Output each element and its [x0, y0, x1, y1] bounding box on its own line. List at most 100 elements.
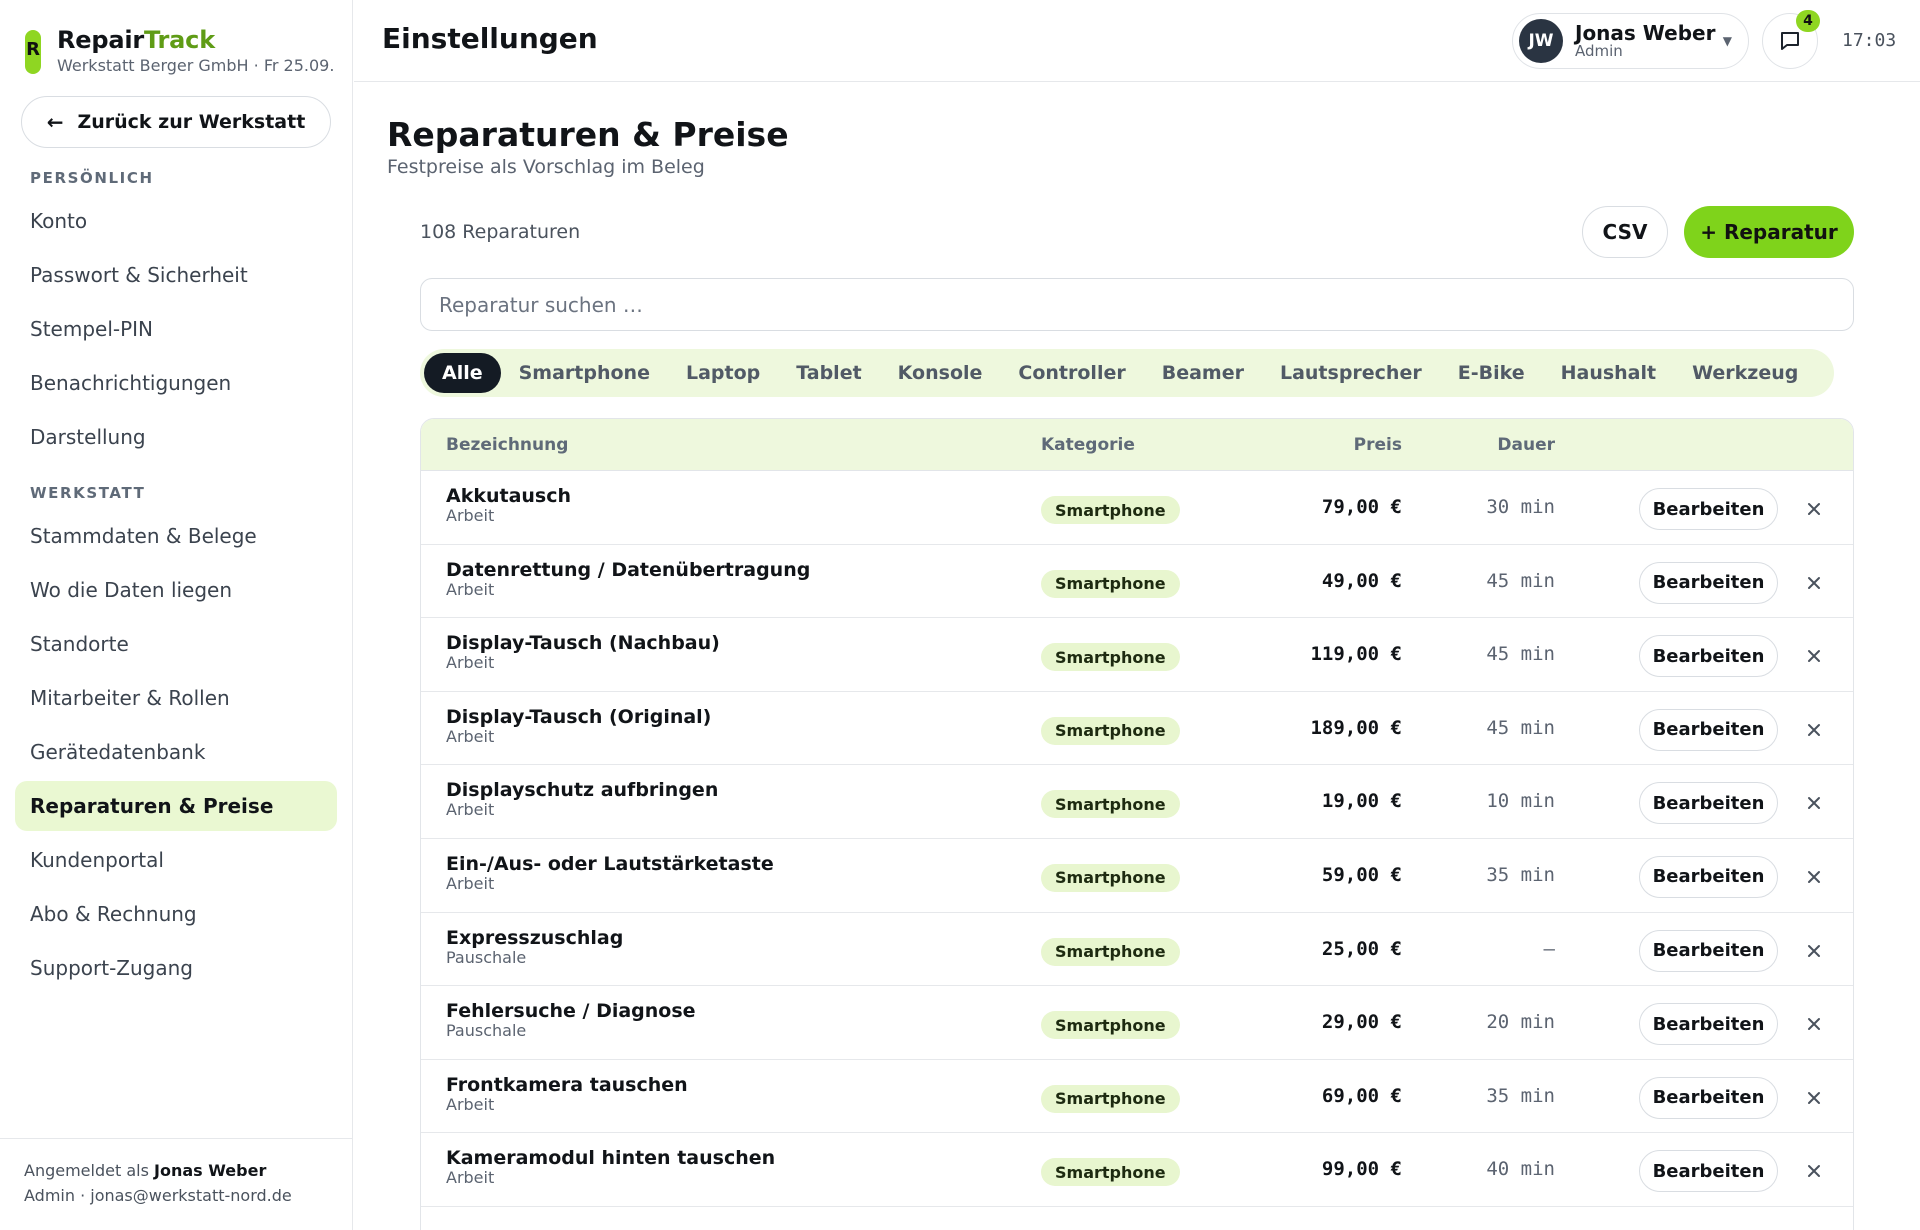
- delete-icon[interactable]: [1799, 715, 1829, 745]
- delete-icon[interactable]: [1799, 862, 1829, 892]
- filter-chip-konsole[interactable]: Konsole: [880, 353, 1001, 393]
- brand: R RepairTrack Werkstatt Berger GmbH · Fr…: [25, 28, 334, 75]
- sidebar-item-benachrichtigungen[interactable]: Benachrichtigungen: [15, 358, 337, 408]
- table-row[interactable]: Display-Tausch (Nachbau) Arbeit Smartphone…: [421, 618, 1853, 692]
- column-header-name[interactable]: Bezeichnung: [446, 435, 568, 455]
- category-badge: Smartphone: [1041, 496, 1180, 524]
- sidebar-item-geraetedatenbank[interactable]: Gerätedatenbank: [15, 727, 337, 777]
- logged-in-details: Admin · jonas@werkstatt-nord.de: [24, 1186, 292, 1205]
- delete-icon[interactable]: [1799, 641, 1829, 671]
- column-header-price[interactable]: Preis: [1354, 435, 1402, 455]
- table-row[interactable]: Fehlersuche / Diagnose Pauschale Smartphon…: [421, 986, 1853, 1060]
- category-badge: Smartphone: [1041, 1011, 1180, 1040]
- clock: 17:03: [1842, 30, 1897, 51]
- brand-name: RepairTrack: [57, 28, 334, 52]
- edit-button[interactable]: Bearbeiten: [1639, 561, 1778, 604]
- row-price: 99,00 €: [1321, 1158, 1402, 1181]
- table-row[interactable]: Datenrettung / Datenübertragung Arbeit Sma…: [421, 545, 1853, 619]
- table-row[interactable]: Displayschutz aufbringen Arbeit Smartphone…: [421, 765, 1853, 839]
- edit-button[interactable]: Bearbeiten: [1639, 488, 1778, 530]
- filter-chip-tablet[interactable]: Tablet: [778, 353, 879, 393]
- filter-chip-laptop[interactable]: Laptop: [668, 353, 778, 393]
- row-name-cell: Frontkamera tauschen Arbeit: [446, 1074, 688, 1114]
- edit-button[interactable]: Bearbeiten: [1639, 1003, 1778, 1046]
- back-to-workshop-button[interactable]: ← Zurück zur Werkstatt: [21, 96, 331, 148]
- top-header: Einstellungen JW Jonas Weber Admin ▼ 4 1…: [354, 0, 1920, 82]
- close-icon: [1808, 650, 1820, 663]
- close-icon: [1808, 944, 1820, 957]
- back-button-label: Zurück zur Werkstatt: [77, 111, 306, 133]
- sidebar-item-konto[interactable]: Konto: [15, 196, 337, 246]
- row-name-cell: Fehlersuche / Diagnose Pauschale: [446, 1000, 696, 1040]
- sidebar-item-stempel-pin[interactable]: Stempel-PIN: [15, 304, 337, 354]
- sidebar-item-reparaturen-preise[interactable]: Reparaturen & Preise: [15, 781, 337, 831]
- table-row[interactable]: Akkutausch Arbeit Smartphone 79,00 € 30 min B…: [421, 471, 1853, 545]
- filter-chip-smartphone[interactable]: Smartphone: [501, 353, 668, 393]
- close-icon: [1808, 576, 1820, 589]
- edit-button[interactable]: Bearbeiten: [1639, 635, 1778, 678]
- filter-chip-beamer[interactable]: Beamer: [1144, 353, 1262, 393]
- category-badge: Smartphone: [1041, 569, 1180, 598]
- edit-button[interactable]: Bearbeiten: [1639, 855, 1778, 898]
- table-row[interactable]: Expresszuschlag Pauschale Smartphone 25,00 …: [421, 913, 1853, 987]
- delete-icon[interactable]: [1799, 1083, 1829, 1113]
- edit-button[interactable]: Bearbeiten: [1639, 708, 1778, 751]
- chevron-down-icon: ▼: [1722, 34, 1732, 48]
- brand-name-b: Track: [144, 26, 215, 54]
- table-row[interactable]: Frontkamera tauschen Arbeit Smartphone 69,0…: [421, 1060, 1853, 1134]
- edit-button[interactable]: Bearbeiten: [1639, 1150, 1778, 1193]
- user-role: Admin: [1575, 42, 1623, 60]
- edit-button[interactable]: Bearbeiten: [1639, 1076, 1778, 1119]
- row-price: 25,00 €: [1321, 937, 1402, 960]
- csv-export-button[interactable]: CSV: [1582, 206, 1668, 258]
- filter-chip-lautsprecher[interactable]: Lautsprecher: [1262, 353, 1440, 393]
- user-menu-button[interactable]: JW Jonas Weber Admin ▼: [1512, 13, 1749, 69]
- sidebar-item-mitarbeiter[interactable]: Mitarbeiter & Rollen: [15, 673, 337, 723]
- table-row[interactable]: Display-Tausch (Original) Arbeit Smartphon…: [421, 692, 1853, 766]
- delete-icon[interactable]: [1799, 568, 1829, 598]
- close-icon: [1808, 797, 1820, 810]
- sidebar-item-standorte[interactable]: Standorte: [15, 619, 337, 669]
- column-header-duration[interactable]: Dauer: [1497, 435, 1555, 455]
- chat-icon: [1781, 32, 1799, 50]
- sidebar-item-kundenportal[interactable]: Kundenportal: [15, 835, 337, 885]
- row-price: 59,00 €: [1321, 863, 1402, 886]
- category-badge: Smartphone: [1041, 1084, 1180, 1113]
- brand-name-a: Repair: [57, 26, 144, 54]
- sidebar-item-support-zugang[interactable]: Support-Zugang: [15, 943, 337, 993]
- repair-search-input[interactable]: [420, 278, 1854, 331]
- row-name-cell: Display-Tausch (Nachbau) Arbeit: [446, 632, 720, 672]
- row-title: Frontkamera tauschen: [446, 1073, 688, 1096]
- row-type: Pauschale: [446, 947, 527, 967]
- row-duration: 45 min: [1486, 569, 1555, 592]
- delete-icon[interactable]: [1799, 788, 1829, 818]
- filter-chip-controller[interactable]: Controller: [1000, 353, 1143, 393]
- row-duration: 45 min: [1486, 716, 1555, 739]
- delete-icon[interactable]: [1799, 936, 1829, 966]
- sidebar-item-passwort[interactable]: Passwort & Sicherheit: [15, 250, 337, 300]
- category-filter-bar: Alle Smartphone Laptop Tablet Konsole Co…: [420, 349, 1835, 397]
- table-row[interactable]: Kameramodul hinten tauschen Arbeit Smartph…: [421, 1133, 1853, 1207]
- logged-in-user: Jonas Weber: [154, 1161, 267, 1180]
- column-header-category[interactable]: Kategorie: [1041, 435, 1135, 455]
- edit-button[interactable]: Bearbeiten: [1639, 782, 1778, 825]
- table-row[interactable]: Ein-/Aus- oder Lautstärketaste Arbeit Smar…: [421, 839, 1853, 913]
- row-name-cell: Expresszuschlag Pauschale: [446, 927, 623, 967]
- delete-icon[interactable]: [1799, 1156, 1829, 1186]
- filter-chip-alle[interactable]: Alle: [424, 353, 501, 393]
- sidebar-item-stammdaten[interactable]: Stammdaten & Belege: [15, 511, 337, 561]
- sidebar-item-abo-rechnung[interactable]: Abo & Rechnung: [15, 889, 337, 939]
- close-icon: [1808, 1165, 1820, 1178]
- sidebar-item-darstellung[interactable]: Darstellung: [15, 412, 337, 462]
- page-subtitle: Festpreise als Vorschlag im Beleg: [387, 156, 705, 178]
- filter-chip-haushalt[interactable]: Haushalt: [1543, 353, 1675, 393]
- repair-count: 108 Reparaturen: [420, 221, 581, 243]
- edit-button[interactable]: Bearbeiten: [1639, 929, 1778, 972]
- filter-chip-ebike[interactable]: E-Bike: [1440, 353, 1543, 393]
- filter-chip-werkzeug[interactable]: Werkzeug: [1674, 353, 1816, 393]
- delete-icon[interactable]: [1799, 494, 1829, 524]
- row-duration: 35 min: [1486, 1084, 1555, 1107]
- delete-icon[interactable]: [1799, 1009, 1829, 1039]
- add-repair-button[interactable]: + Reparatur: [1684, 206, 1854, 258]
- sidebar-item-datenablage[interactable]: Wo die Daten liegen: [15, 565, 337, 615]
